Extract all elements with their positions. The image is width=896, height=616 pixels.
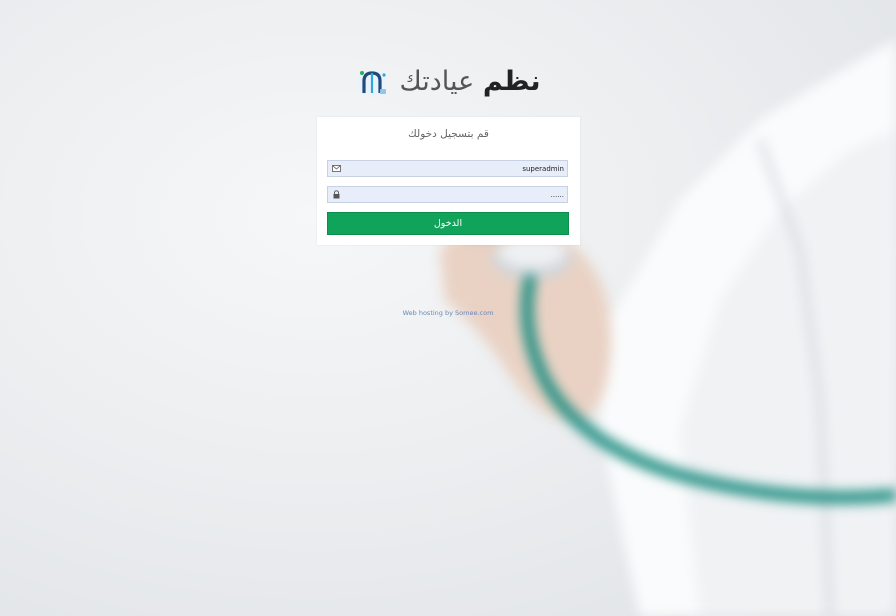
username-input[interactable] [346,161,566,176]
login-form: قم بتسجيل دخولك الدخول [317,117,580,245]
clinic-logo-icon [357,70,386,95]
brand-name: نظم عيادتك [400,66,541,97]
lock-icon [333,190,340,199]
password-field[interactable] [327,186,568,203]
brand-name-light: عيادتك [399,66,475,97]
username-field[interactable] [327,160,568,177]
login-page: نظم عيادتك قم بتسجيل دخولك الدخول Web ho… [0,0,896,616]
envelope-icon [332,165,341,172]
login-button[interactable]: الدخول [327,212,569,235]
login-title: قم بتسجيل دخولك [408,128,489,140]
brand-logo: نظم عيادتك [0,66,896,97]
hosting-link[interactable]: Web hosting by Somee.com [0,309,896,317]
password-input[interactable] [346,187,566,202]
brand-name-bold: نظم [482,66,541,97]
